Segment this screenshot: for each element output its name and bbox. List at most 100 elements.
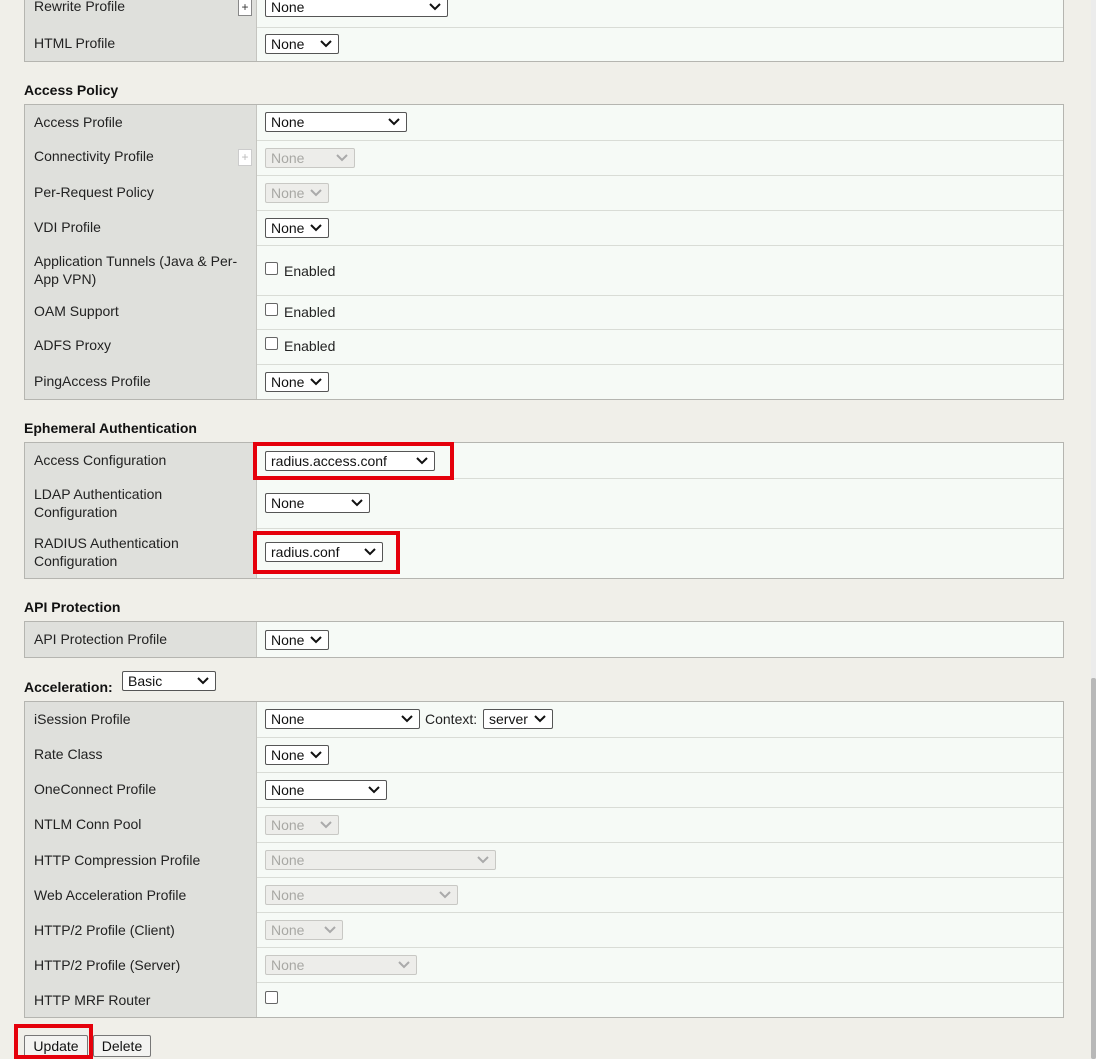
per-request-policy-row: Per-Request Policy None xyxy=(25,175,1063,211)
row-value: None xyxy=(258,105,1063,140)
chevron-down-icon xyxy=(477,856,489,864)
web-acceleration-profile-select[interactable]: None xyxy=(265,885,458,905)
connectivity-profile-label: Connectivity Profile xyxy=(34,148,154,164)
rewrite-profile-row: Rewrite Profile + None xyxy=(25,0,1063,28)
select-value: None xyxy=(271,922,305,938)
select-value: server xyxy=(489,711,528,727)
chevron-down-icon xyxy=(197,677,209,685)
isession-profile-select[interactable]: None xyxy=(265,709,420,729)
api-protection-table: API Protection Profile None xyxy=(24,621,1064,658)
http-compression-profile-select[interactable]: None xyxy=(265,850,496,870)
select-value: None xyxy=(271,711,305,727)
row-label: Access Configuration xyxy=(25,443,257,478)
ldap-auth-label-line1: LDAP Authentication xyxy=(34,486,163,502)
row-label: NTLM Conn Pool xyxy=(25,807,257,842)
application-tunnels-checkbox[interactable] xyxy=(265,262,278,275)
access-policy-table: Access Profile None Connectivity Profile… xyxy=(24,104,1064,400)
row-value: None xyxy=(258,175,1063,210)
rate-class-label: Rate Class xyxy=(34,746,103,762)
oneconnect-profile-row: OneConnect Profile None xyxy=(25,772,1063,808)
row-value: None xyxy=(258,912,1063,947)
select-value: None xyxy=(271,632,305,648)
context-select[interactable]: server xyxy=(483,709,553,729)
rewrite-profile-select[interactable]: None xyxy=(265,0,448,17)
row-value: None xyxy=(258,210,1063,245)
rate-class-select[interactable]: None xyxy=(265,745,329,765)
html-profile-label: HTML Profile xyxy=(34,35,116,51)
connectivity-profile-select[interactable]: None xyxy=(265,148,355,168)
connectivity-profile-row: Connectivity Profile + None xyxy=(25,140,1063,176)
context-label: Context: xyxy=(425,711,478,727)
profiles-table: Rewrite Profile + None HTML Profile None xyxy=(24,0,1064,62)
select-value: None xyxy=(271,0,305,15)
access-profile-select[interactable]: None xyxy=(265,112,407,132)
select-value: None xyxy=(271,817,305,833)
oam-support-checkbox[interactable] xyxy=(265,303,278,316)
row-label: HTTP/2 Profile (Client) xyxy=(25,912,257,947)
oam-support-label: OAM Support xyxy=(34,303,119,319)
scrollbar-thumb[interactable] xyxy=(1091,678,1096,1059)
acceleration-mode-select[interactable]: Basic xyxy=(122,671,216,691)
select-value: None xyxy=(271,782,305,798)
http2-profile-server-select[interactable]: None xyxy=(265,955,417,975)
vdi-profile-select[interactable]: None xyxy=(265,218,329,238)
row-value: Enabled xyxy=(258,295,1063,329)
row-label: OAM Support xyxy=(25,295,257,329)
row-label: RADIUS Authentication Configuration xyxy=(25,528,257,578)
html-profile-select[interactable]: None xyxy=(265,34,339,54)
ephemeral-auth-table: Access Configuration radius.access.conf … xyxy=(24,442,1064,579)
http2-profile-server-row: HTTP/2 Profile (Server) None xyxy=(25,947,1063,983)
row-value: None xyxy=(258,947,1063,982)
row-value: None xyxy=(258,27,1063,61)
row-value: None xyxy=(258,0,1063,27)
ldap-auth-config-select[interactable]: None xyxy=(265,493,370,513)
delete-button[interactable]: Delete xyxy=(93,1035,151,1057)
application-tunnels-label-line2: App VPN) xyxy=(34,271,97,287)
row-value xyxy=(258,982,1063,1017)
http-mrf-router-label: HTTP MRF Router xyxy=(34,992,151,1008)
oam-support-row: OAM Support Enabled xyxy=(25,295,1063,330)
add-connectivity-profile-button[interactable]: + xyxy=(238,149,252,166)
row-value: None xyxy=(258,737,1063,772)
select-value: None xyxy=(271,495,305,511)
pingaccess-profile-row: PingAccess Profile None xyxy=(25,364,1063,399)
html-profile-row: HTML Profile None xyxy=(25,27,1063,61)
enabled-label: Enabled xyxy=(284,338,336,354)
http2-profile-client-select[interactable]: None xyxy=(265,920,343,940)
access-configuration-label: Access Configuration xyxy=(34,452,167,468)
select-value: None xyxy=(271,114,305,130)
adfs-proxy-label: ADFS Proxy xyxy=(34,337,112,353)
ntlm-conn-pool-select[interactable]: None xyxy=(265,815,339,835)
chevron-down-icon xyxy=(310,636,322,644)
api-protection-profile-select[interactable]: None xyxy=(265,630,329,650)
row-label: Access Profile xyxy=(25,105,257,140)
adfs-proxy-row: ADFS Proxy Enabled xyxy=(25,329,1063,365)
api-protection-profile-row: API Protection Profile None xyxy=(25,622,1063,657)
chevron-down-icon xyxy=(439,891,451,899)
chevron-down-icon xyxy=(310,378,322,386)
per-request-policy-select[interactable]: None xyxy=(265,183,329,203)
pingaccess-profile-select[interactable]: None xyxy=(265,372,329,392)
add-rewrite-profile-button[interactable]: + xyxy=(238,0,252,16)
vdi-profile-label: VDI Profile xyxy=(34,219,101,235)
http-mrf-router-checkbox[interactable] xyxy=(265,991,278,1004)
radius-auth-config-row: RADIUS Authentication Configuration radi… xyxy=(25,528,1063,578)
adfs-proxy-checkbox[interactable] xyxy=(265,337,278,350)
chevron-down-icon xyxy=(310,751,322,759)
row-value: None xyxy=(258,842,1063,877)
row-label: iSession Profile xyxy=(25,702,257,737)
rewrite-profile-label: Rewrite Profile xyxy=(34,0,126,14)
radius-auth-label-line2: Configuration xyxy=(34,553,118,569)
http2-profile-client-label: HTTP/2 Profile (Client) xyxy=(34,922,175,938)
http-mrf-router-row: HTTP MRF Router xyxy=(25,982,1063,1017)
access-profile-row: Access Profile None xyxy=(25,105,1063,141)
chevron-down-icon xyxy=(368,786,380,794)
select-value: None xyxy=(271,957,305,973)
row-label: API Protection Profile xyxy=(25,622,257,657)
ldap-auth-config-row: LDAP Authentication Configuration None xyxy=(25,478,1063,529)
row-label: PingAccess Profile xyxy=(25,364,257,399)
oneconnect-profile-select[interactable]: None xyxy=(265,780,387,800)
select-value: None xyxy=(271,185,305,201)
select-value: None xyxy=(271,852,305,868)
oneconnect-profile-label: OneConnect Profile xyxy=(34,781,157,797)
